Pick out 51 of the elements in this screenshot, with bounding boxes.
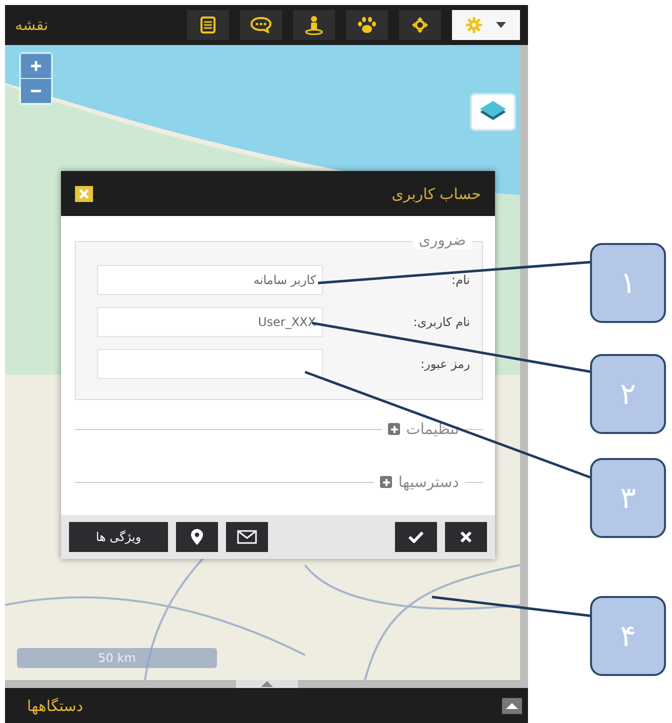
- input-field[interactable]: User_XXX: [97, 307, 323, 337]
- panel-title: دستگاهها: [27, 696, 84, 714]
- location-button[interactable]: [176, 522, 218, 552]
- close-button[interactable]: [75, 186, 93, 202]
- input-field[interactable]: [97, 349, 323, 379]
- expand-button[interactable]: [502, 698, 522, 714]
- close-icon: [460, 531, 472, 543]
- chat-tool-button[interactable]: [240, 10, 282, 40]
- dialog-title: حساب کاربری: [392, 184, 481, 202]
- map-pin-icon: [191, 529, 203, 545]
- features-button[interactable]: ویژگی ها: [69, 522, 168, 552]
- document-icon: [200, 16, 216, 34]
- close-icon: [79, 188, 89, 198]
- settings-icon: [466, 17, 482, 33]
- app-title: نقشه: [15, 16, 48, 34]
- layers-button[interactable]: [470, 93, 516, 131]
- crosshair-tool-button[interactable]: [399, 10, 441, 40]
- zoom-in-button[interactable]: [21, 54, 51, 78]
- person-tool-button[interactable]: [293, 10, 335, 40]
- caret-icon: [496, 22, 506, 28]
- envelope-icon: [237, 530, 257, 544]
- plus-icon: [31, 61, 41, 71]
- zoom-out-button[interactable]: [21, 79, 51, 103]
- callout-badge: ۱: [590, 243, 666, 323]
- section-label[interactable]: دسترسیها: [398, 473, 459, 491]
- callout-badge: ۴: [590, 596, 666, 676]
- paw-tool-button[interactable]: [346, 10, 388, 40]
- plus-icon: [390, 424, 399, 434]
- cancel-button[interactable]: [445, 522, 487, 552]
- paw-icon: [357, 16, 377, 34]
- field-label: رمز عبور:: [420, 357, 470, 371]
- crosshair-icon: [411, 16, 429, 34]
- expand-icon[interactable]: [388, 423, 400, 435]
- up-triangle-icon: [260, 681, 272, 687]
- email-button[interactable]: [226, 522, 268, 552]
- section-label[interactable]: تنظیمات: [406, 420, 459, 438]
- splitter-handle[interactable]: [236, 680, 298, 688]
- callout-badge: ۳: [590, 458, 666, 538]
- checkmark-icon: [408, 531, 424, 543]
- input-field[interactable]: کاربر سامانه: [97, 265, 323, 295]
- up-triangle-icon: [506, 702, 518, 708]
- plus-icon: [382, 478, 391, 486]
- field-label: نام کاربری:: [413, 315, 470, 329]
- expand-icon[interactable]: [380, 476, 392, 488]
- callout-badge: ۲: [590, 354, 666, 434]
- chat-icon: [250, 17, 272, 33]
- scale-label: 50 km: [98, 651, 136, 665]
- confirm-button[interactable]: [395, 522, 437, 552]
- field-label: نام:: [452, 273, 470, 287]
- document-tool-button[interactable]: [187, 10, 229, 40]
- person-icon: [305, 15, 323, 35]
